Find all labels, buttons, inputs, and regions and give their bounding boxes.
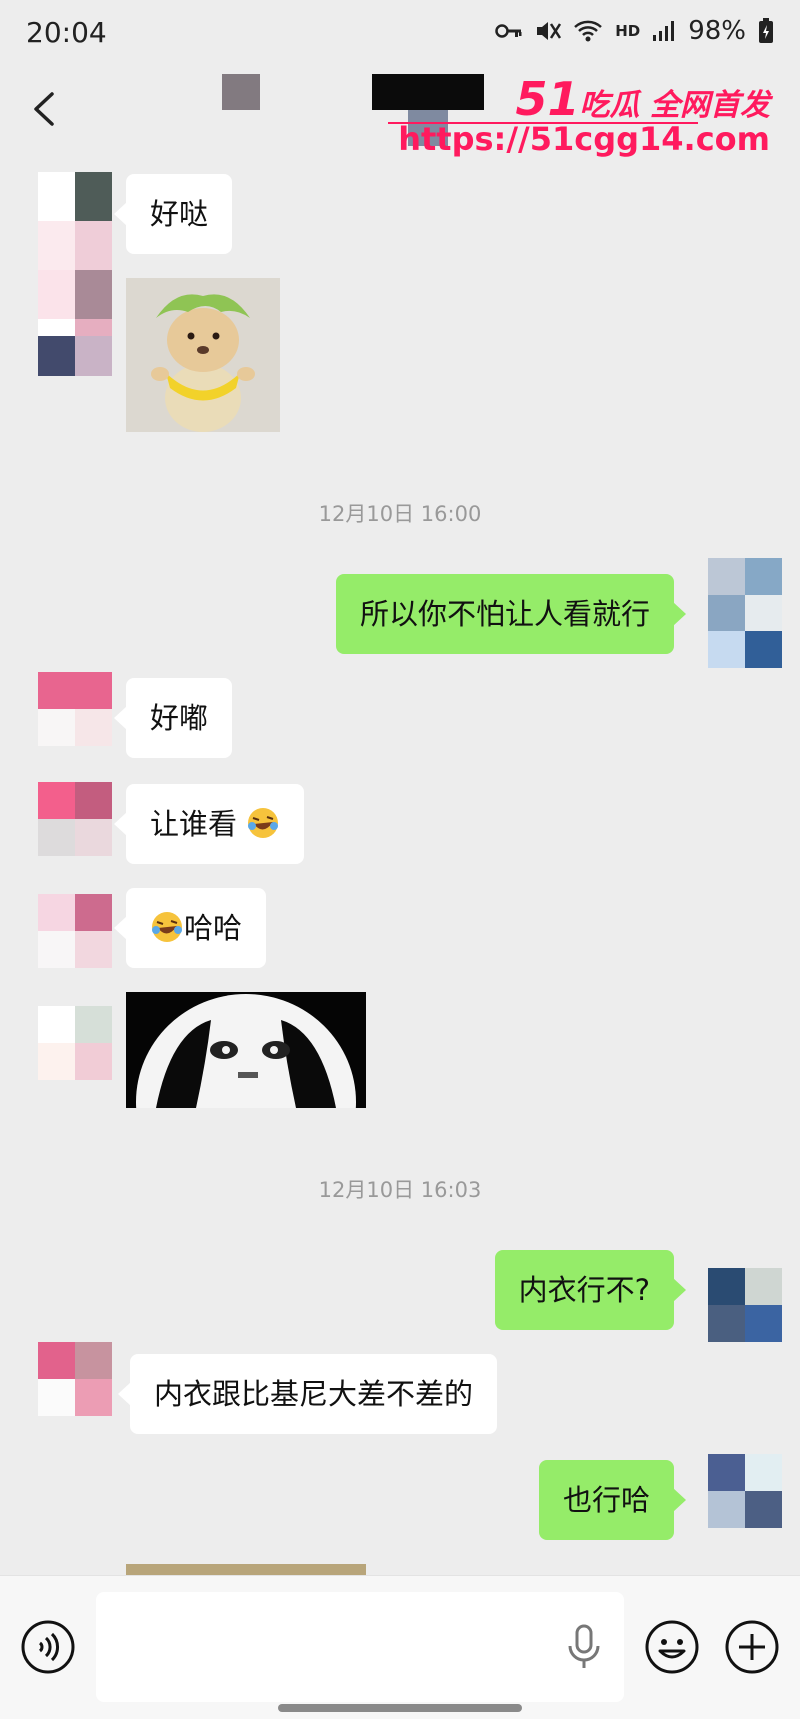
contact-avatar[interactable] bbox=[38, 1342, 112, 1416]
message-bubble[interactable]: 哈哈 bbox=[113, 888, 267, 968]
status-time: 20:04 bbox=[26, 16, 107, 49]
message-bubble-self[interactable]: 所以你不怕让人看就行 bbox=[335, 574, 687, 654]
self-avatar[interactable] bbox=[708, 558, 782, 668]
contact-avatar[interactable] bbox=[38, 1006, 112, 1080]
watermark-url: https://51cgg14.com bbox=[398, 120, 770, 158]
timestamp: 12月10日 16:00 bbox=[318, 502, 482, 526]
mute-icon bbox=[537, 22, 562, 40]
message-bubble[interactable]: 让谁看 bbox=[113, 784, 305, 864]
home-indicator[interactable] bbox=[278, 1704, 522, 1712]
message-bubble[interactable]: 好哒 bbox=[113, 174, 233, 254]
status-bar: 20:04 HD 98% bbox=[0, 0, 800, 68]
emoji-icon[interactable] bbox=[644, 1619, 700, 1675]
sticker-partial[interactable] bbox=[126, 1564, 366, 1575]
sticker-bear[interactable] bbox=[126, 278, 280, 432]
message-input[interactable] bbox=[96, 1592, 624, 1702]
watermark-line bbox=[388, 122, 699, 124]
back-arrow-icon[interactable] bbox=[26, 84, 66, 134]
microphone-icon[interactable] bbox=[566, 1624, 602, 1670]
battery-percent: 98% bbox=[688, 16, 746, 46]
hd-badge: HD bbox=[615, 22, 641, 40]
contact-avatar[interactable] bbox=[38, 894, 112, 968]
wifi-icon bbox=[574, 20, 603, 42]
contact-avatar[interactable] bbox=[38, 782, 112, 856]
voice-mode-icon[interactable] bbox=[20, 1619, 76, 1675]
contact-avatar bbox=[38, 336, 112, 376]
rolling-laugh-emoji-icon bbox=[152, 912, 182, 942]
signal-icon bbox=[653, 21, 675, 41]
contact-name-redacted bbox=[222, 74, 260, 110]
message-bubble-self[interactable]: 也行哈 bbox=[538, 1460, 687, 1540]
message-bubble[interactable]: 内衣跟比基尼大差不差的 bbox=[117, 1354, 498, 1434]
sticker-meme-face[interactable] bbox=[126, 992, 366, 1108]
timestamp: 12月10日 16:03 bbox=[318, 1178, 482, 1202]
battery-icon bbox=[759, 18, 773, 43]
bear-sticker-image bbox=[126, 278, 280, 432]
self-avatar[interactable] bbox=[708, 1454, 782, 1528]
message-bubble[interactable]: 好嘟 bbox=[113, 678, 233, 758]
watermark-brand: 51吃瓜 全网首发 bbox=[515, 72, 770, 126]
input-bar bbox=[0, 1575, 800, 1719]
contact-avatar[interactable] bbox=[38, 672, 112, 746]
self-avatar[interactable] bbox=[708, 1268, 782, 1342]
rolling-laugh-emoji-icon bbox=[248, 808, 279, 838]
message-list[interactable]: 好哒 12月10日 16:00 所以你不怕让人看就行 好嘟 让谁看 哈哈 12月… bbox=[0, 170, 800, 1575]
key-icon bbox=[495, 24, 522, 38]
watermark: 51吃瓜 全网首发 https://51cgg14.com bbox=[388, 72, 770, 158]
message-bubble-self[interactable]: 内衣行不? bbox=[494, 1250, 687, 1330]
meme-sticker-image bbox=[126, 992, 366, 1108]
plus-icon[interactable] bbox=[724, 1619, 780, 1675]
